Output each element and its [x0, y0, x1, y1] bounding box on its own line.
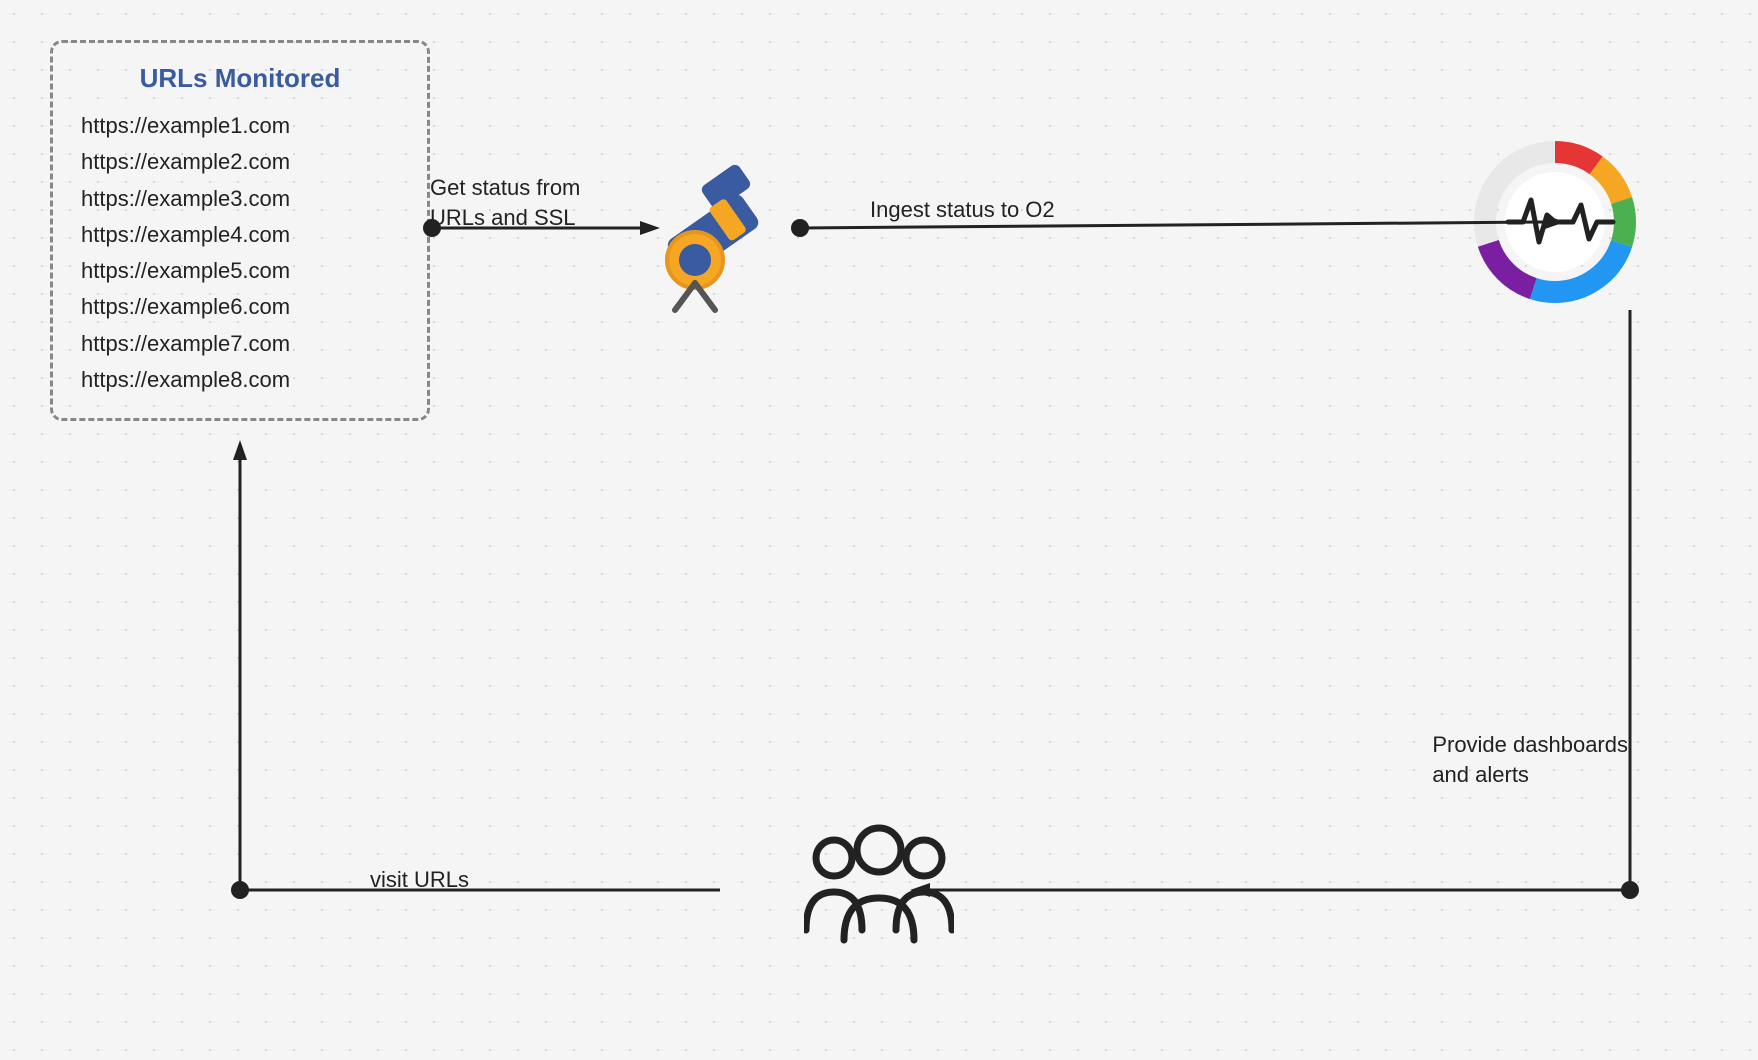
- provide-dashboards-label: Provide dashboards and alerts: [1432, 730, 1628, 789]
- url-list-item: https://example7.com: [81, 326, 399, 362]
- url-list-item: https://example4.com: [81, 217, 399, 253]
- url-list-item: https://example5.com: [81, 253, 399, 289]
- url-list-item: https://example6.com: [81, 289, 399, 325]
- url-list-item: https://example1.com: [81, 108, 399, 144]
- urls-box-title: URLs Monitored: [81, 63, 399, 94]
- url-list-item: https://example2.com: [81, 144, 399, 180]
- url-list-item: https://example8.com: [81, 362, 399, 398]
- telescope-icon: [640, 155, 800, 315]
- urls-list: https://example1.comhttps://example2.com…: [81, 108, 399, 398]
- users-icon: [804, 820, 954, 950]
- url-list-item: https://example3.com: [81, 181, 399, 217]
- diagram-container: URLs Monitored https://example1.comhttps…: [0, 0, 1758, 1060]
- get-status-label: Get status from URLs and SSL: [430, 173, 580, 232]
- urls-monitored-box: URLs Monitored https://example1.comhttps…: [50, 40, 430, 421]
- o2-monitor-icon: [1473, 140, 1638, 305]
- visit-urls-label: visit URLs: [370, 865, 469, 895]
- ingest-status-label: Ingest status to O2: [870, 195, 1055, 225]
